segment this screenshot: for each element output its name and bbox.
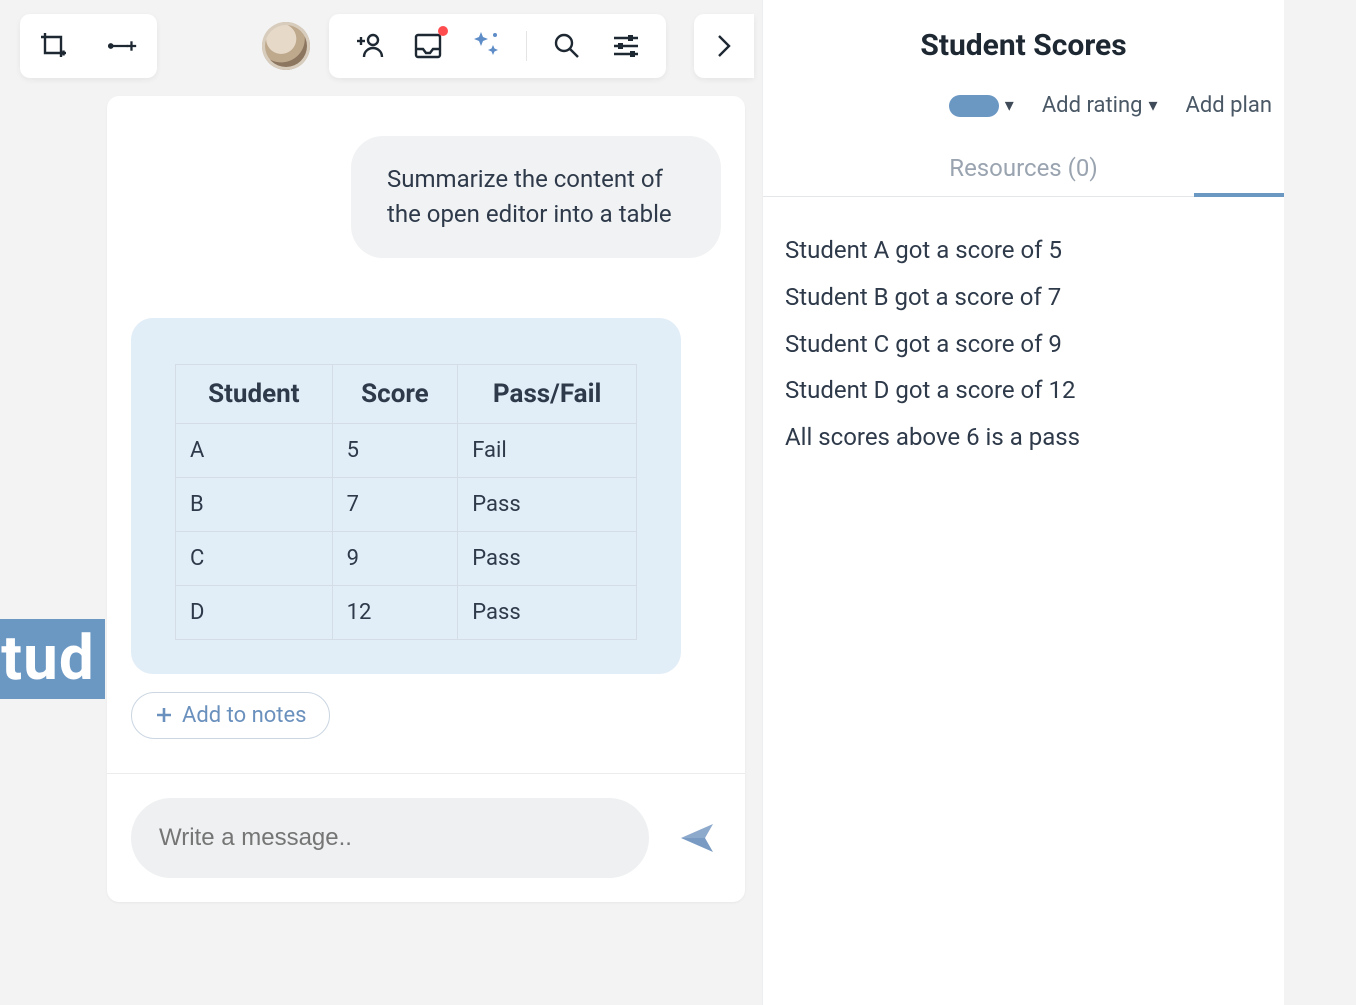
chat-panel: Summarize the content of the open editor… <box>107 96 745 902</box>
color-pill <box>949 95 999 117</box>
color-pill-dropdown[interactable]: ▾ <box>949 95 1014 117</box>
top-left-toolbar <box>20 14 157 78</box>
table-row: D 12 Pass <box>176 585 637 639</box>
right-sidebar: Student Scores ▾ Add rating ▾ Add plan R… <box>762 0 1284 1005</box>
search-icon[interactable] <box>549 28 585 64</box>
composer <box>107 774 745 902</box>
add-to-notes-label: Add to notes <box>182 703 307 728</box>
notification-dot <box>438 26 448 36</box>
ai-response-card: Student Score Pass/Fail A 5 Fail B <box>131 318 681 674</box>
plus-icon <box>154 705 174 725</box>
sliders-icon[interactable] <box>608 28 644 64</box>
center-toolbar <box>329 14 666 78</box>
content-line: Student D got a score of 12 <box>785 367 1262 414</box>
background-selection-text: Stud <box>0 619 105 699</box>
add-rating-label: Add rating <box>1042 93 1143 118</box>
inbox-icon[interactable] <box>410 28 446 64</box>
sidebar-tabs: Resources (0) <box>763 140 1284 197</box>
send-icon <box>677 818 717 858</box>
chevron-down-icon: ▾ <box>1005 95 1014 116</box>
tab-indicator <box>1194 193 1284 197</box>
user-message-bubble: Summarize the content of the open editor… <box>351 136 721 258</box>
add-plan-button[interactable]: Add plan <box>1186 93 1272 118</box>
th-score: Score <box>332 364 458 423</box>
table-row: A 5 Fail <box>176 423 637 477</box>
tab-resources[interactable]: Resources (0) <box>949 154 1097 182</box>
message-input[interactable] <box>131 798 649 878</box>
th-passfail: Pass/Fail <box>458 364 637 423</box>
content-line: Student B got a score of 7 <box>785 274 1262 321</box>
sidebar-content: Student A got a score of 5 Student B got… <box>763 197 1284 491</box>
sparkle-icon[interactable] <box>468 28 504 64</box>
avatar[interactable] <box>262 22 310 70</box>
add-to-notes-button[interactable]: Add to notes <box>131 692 330 739</box>
content-line: Student A got a score of 5 <box>785 227 1262 274</box>
collapse-panel-button[interactable] <box>694 14 754 78</box>
th-student: Student <box>176 364 333 423</box>
content-line: All scores above 6 is a pass <box>785 414 1262 461</box>
score-table: Student Score Pass/Fail A 5 Fail B <box>175 364 637 640</box>
table-row: B 7 Pass <box>176 477 637 531</box>
sidebar-title: Student Scores <box>763 0 1284 93</box>
toolbar-divider <box>526 31 527 61</box>
add-rating-button[interactable]: Add rating ▾ <box>1042 93 1158 118</box>
send-button[interactable] <box>673 814 721 862</box>
add-user-icon[interactable] <box>351 28 387 64</box>
crop-add-icon[interactable] <box>38 30 70 62</box>
content-line: Student C got a score of 9 <box>785 321 1262 368</box>
table-row: C 9 Pass <box>176 531 637 585</box>
line-add-icon[interactable] <box>107 30 139 62</box>
chevron-down-icon: ▾ <box>1149 95 1158 116</box>
